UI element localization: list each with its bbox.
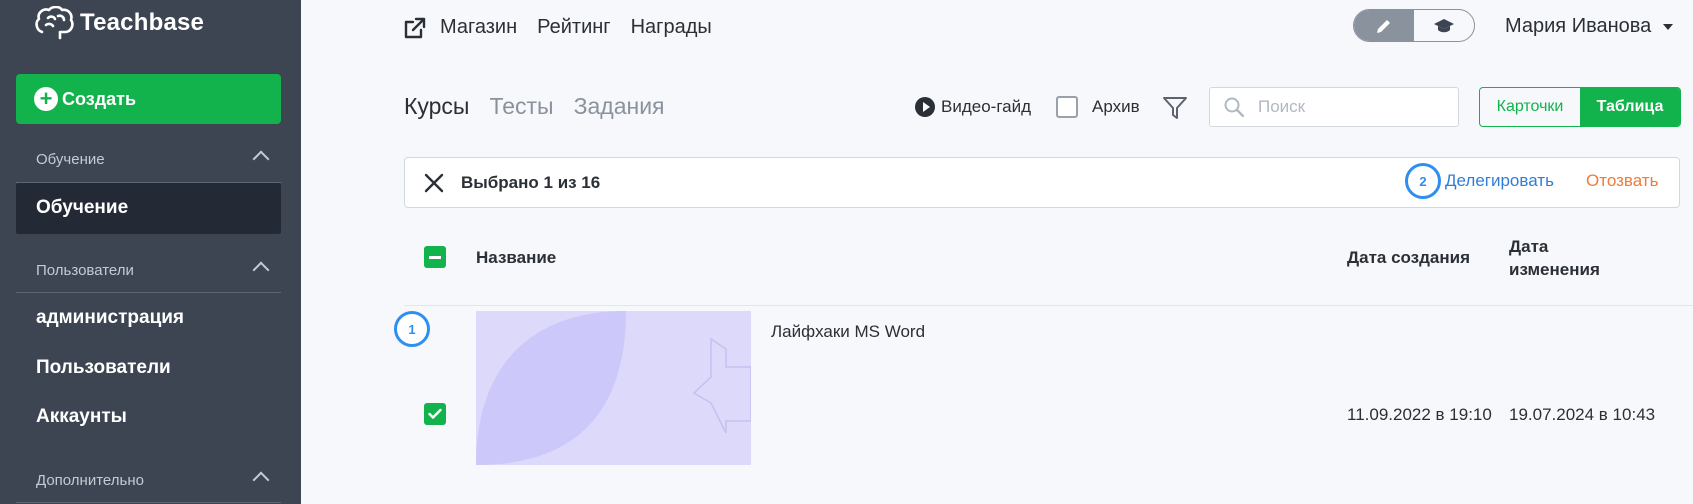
section-heading-label: Пользователи bbox=[36, 262, 134, 279]
content-tabs: Курсы Тесты Задания bbox=[404, 93, 665, 120]
archive-toggle[interactable]: Архив bbox=[1056, 96, 1140, 118]
archive-checkbox[interactable] bbox=[1056, 96, 1078, 118]
sidebar: Teachbase + Создать Обучение Обучение По… bbox=[0, 0, 301, 504]
tab-courses[interactable]: Курсы bbox=[404, 93, 469, 120]
revoke-button[interactable]: Отозвать bbox=[1586, 171, 1658, 191]
column-header-modified-line: Дата bbox=[1509, 237, 1549, 256]
thumbnail-leaf-graphic bbox=[476, 311, 751, 465]
mode-switch[interactable] bbox=[1353, 9, 1475, 42]
user-name: Мария Иванова bbox=[1505, 15, 1652, 37]
chevron-up-icon bbox=[252, 261, 270, 279]
student-mode-toggle[interactable] bbox=[1414, 10, 1474, 41]
brain-logo-icon bbox=[35, 6, 74, 40]
video-guide-button[interactable]: Видео-гайд bbox=[915, 97, 1031, 117]
search-box bbox=[1209, 87, 1459, 127]
divider bbox=[16, 502, 281, 503]
view-cards-button[interactable]: Карточки bbox=[1480, 88, 1580, 126]
filter-icon[interactable] bbox=[1162, 95, 1188, 121]
tab-tasks[interactable]: Задания bbox=[574, 93, 665, 120]
sidebar-item-users[interactable]: Пользователи bbox=[36, 357, 171, 379]
play-icon bbox=[915, 97, 935, 117]
section-heading-label: Обучение bbox=[36, 151, 105, 168]
section-heading-learning[interactable]: Обучение bbox=[36, 150, 281, 168]
archive-label: Архив bbox=[1092, 97, 1140, 116]
sidebar-item-learning[interactable]: Обучение bbox=[36, 197, 128, 219]
logo[interactable]: Teachbase bbox=[34, 6, 204, 40]
divider bbox=[16, 292, 281, 293]
view-table-button[interactable]: Таблица bbox=[1580, 88, 1680, 126]
delegate-button[interactable]: Делегировать bbox=[1445, 171, 1554, 191]
view-toggle: Карточки Таблица bbox=[1479, 87, 1681, 127]
column-header-name[interactable]: Название bbox=[476, 248, 556, 268]
course-name[interactable]: Лайфхаки MS Word bbox=[771, 322, 925, 342]
created-date: 11.09.2022 в 19:10 bbox=[1347, 405, 1492, 424]
sidebar-item-accounts[interactable]: Аккаунты bbox=[36, 406, 127, 428]
nav-link-rating[interactable]: Рейтинг bbox=[537, 16, 610, 39]
graduation-cap-icon bbox=[1434, 18, 1454, 32]
section-heading-users[interactable]: Пользователи bbox=[36, 261, 281, 279]
header-divider bbox=[404, 305, 1693, 306]
check-icon bbox=[428, 408, 442, 419]
step-badge: 1 bbox=[394, 311, 430, 347]
search-input[interactable] bbox=[1258, 97, 1448, 117]
search-icon bbox=[1224, 97, 1244, 117]
column-header-modified[interactable]: Дата изменения bbox=[1509, 235, 1600, 281]
tab-tests[interactable]: Тесты bbox=[489, 93, 553, 120]
video-guide-label: Видео-гайд bbox=[941, 97, 1032, 116]
plus-icon: + bbox=[34, 87, 58, 111]
section-heading-label: Дополнительно bbox=[36, 472, 144, 489]
caret-down-icon bbox=[1663, 23, 1674, 30]
row-checkbox[interactable] bbox=[424, 403, 446, 425]
modified-date: 19.07.2024 в 10:43 bbox=[1509, 405, 1656, 424]
column-header-created[interactable]: Дата создания bbox=[1347, 248, 1470, 268]
column-header-modified-line: изменения bbox=[1509, 260, 1600, 279]
user-menu[interactable]: Мария Иванова bbox=[1505, 15, 1674, 38]
external-link-icon[interactable] bbox=[404, 17, 426, 39]
logo-text: Teachbase bbox=[80, 9, 205, 36]
sidebar-item-administration[interactable]: администрация bbox=[36, 307, 184, 329]
selection-count: Выбрано 1 из 16 bbox=[461, 173, 601, 192]
top-nav: Магазин Рейтинг Награды bbox=[404, 16, 712, 39]
step-badge: 2 bbox=[1405, 163, 1441, 199]
chevron-up-icon bbox=[252, 150, 270, 168]
nav-link-awards[interactable]: Награды bbox=[631, 16, 712, 39]
close-icon[interactable] bbox=[423, 172, 445, 194]
pencil-icon bbox=[1377, 19, 1390, 33]
course-thumbnail[interactable] bbox=[476, 311, 751, 465]
create-button[interactable]: + Создать bbox=[16, 74, 281, 124]
create-button-label: Создать bbox=[62, 88, 137, 109]
section-heading-additional[interactable]: Дополнительно bbox=[36, 471, 281, 489]
select-all-checkbox[interactable] bbox=[424, 246, 446, 268]
edit-mode-toggle[interactable] bbox=[1354, 10, 1414, 41]
nav-link-shop[interactable]: Магазин bbox=[440, 16, 517, 39]
chevron-up-icon bbox=[252, 471, 270, 489]
